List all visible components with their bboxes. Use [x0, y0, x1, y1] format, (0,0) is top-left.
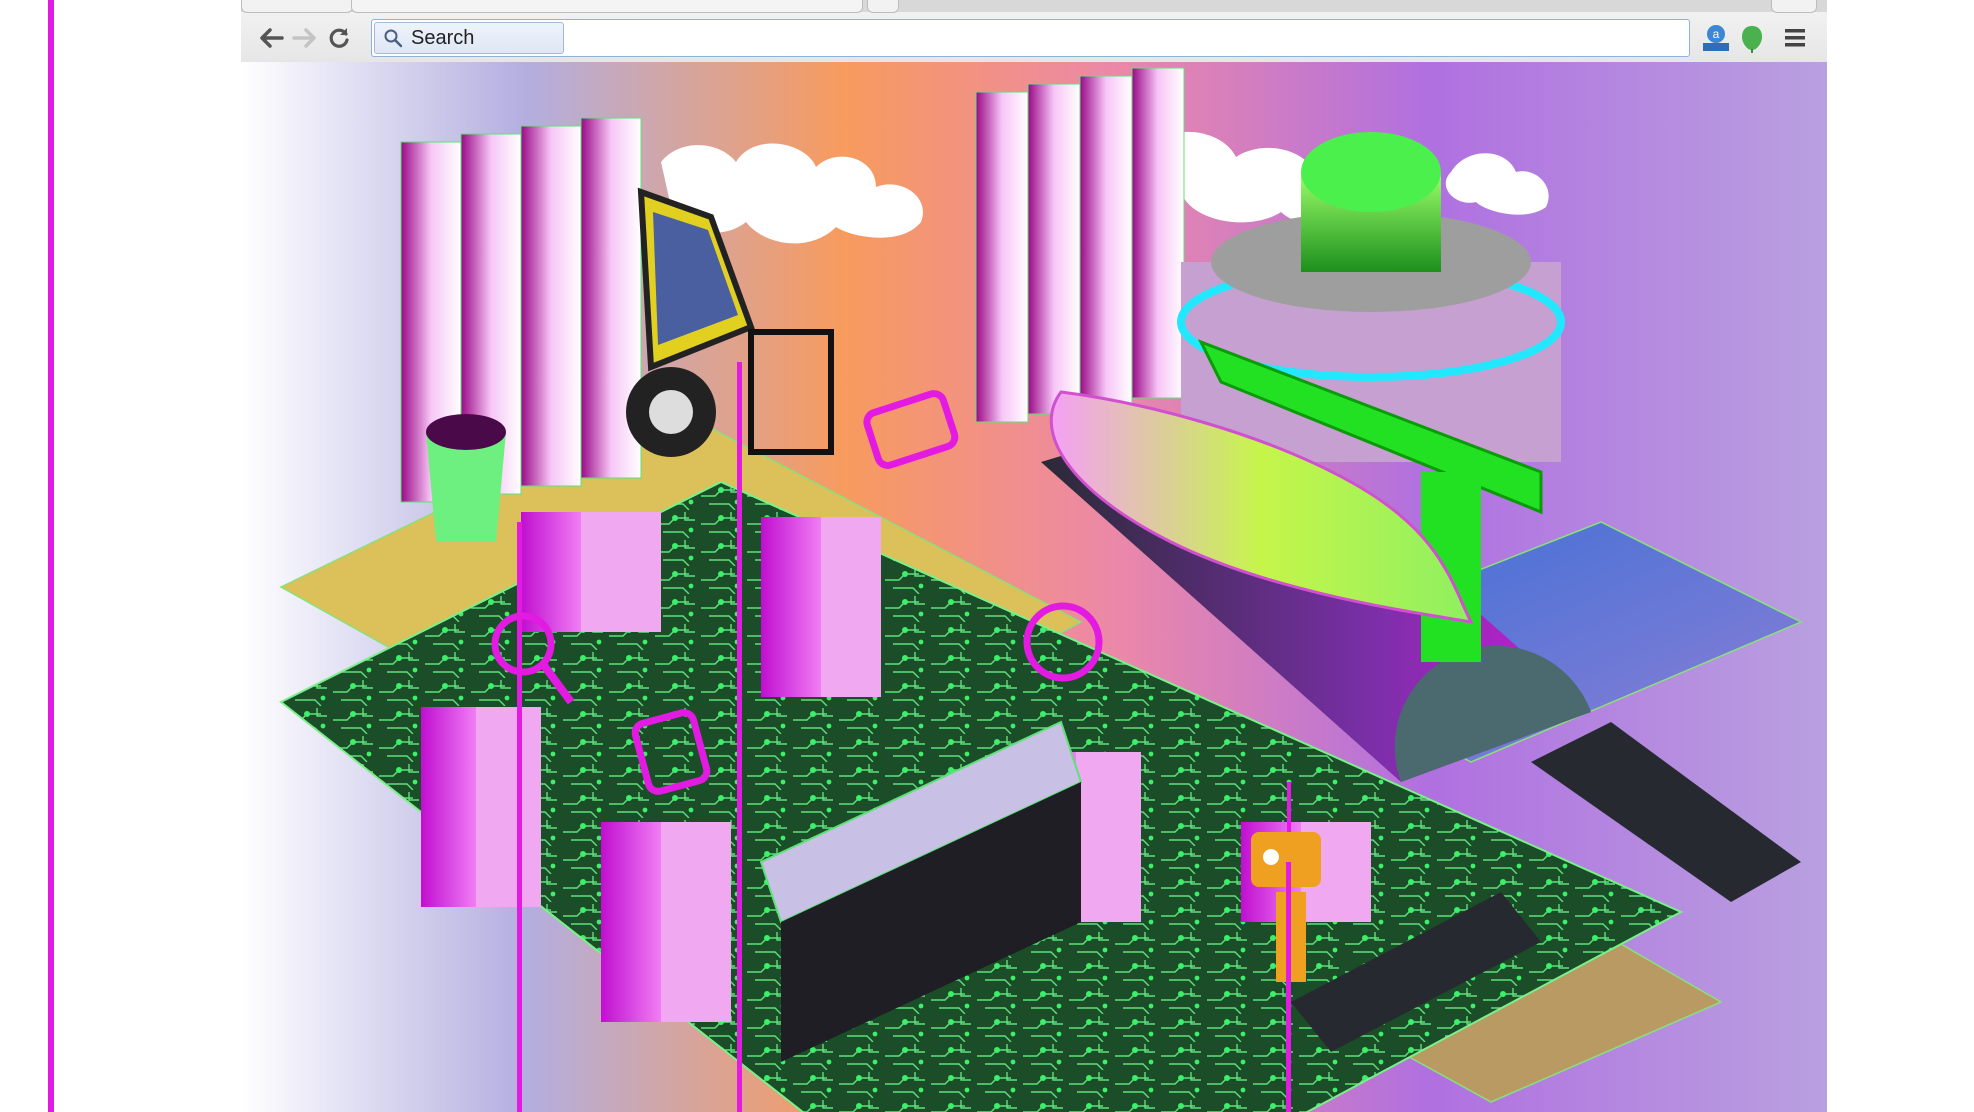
back-button[interactable]: [257, 24, 285, 52]
guide-line-content-3: [1286, 862, 1291, 1112]
search-engine-chip[interactable]: Search: [374, 22, 564, 54]
hamburger-menu-icon: [1785, 29, 1805, 47]
arrow-left-icon: [260, 28, 284, 48]
menu-button[interactable]: [1779, 22, 1811, 54]
reload-button[interactable]: [325, 24, 353, 52]
tab-inactive-left[interactable]: [241, 0, 353, 13]
page-content: [241, 62, 1827, 1112]
isometric-illustration: [241, 62, 1827, 1112]
address-bar[interactable]: Search: [371, 19, 1690, 57]
guide-line-content-1: [517, 522, 522, 1112]
window-control[interactable]: [1771, 0, 1817, 13]
guide-line-content-2: [737, 362, 742, 1112]
reload-icon: [329, 28, 349, 48]
guide-line-left: [48, 0, 54, 1112]
extension-a-icon: a: [1703, 25, 1729, 51]
arrow-right-icon: [292, 28, 316, 48]
magnifier-icon: [384, 29, 403, 48]
forward-button[interactable]: [291, 24, 319, 52]
tab-active[interactable]: [351, 0, 863, 13]
extension-a-glyph: a: [1713, 27, 1720, 41]
evernote-icon: [1742, 26, 1762, 53]
browser-toolbar: Search a: [241, 0, 1827, 63]
green-vase: [426, 414, 506, 542]
extension-a-button[interactable]: a: [1700, 22, 1732, 54]
browser-window: Search a: [241, 0, 1827, 1112]
tab-strip: [241, 0, 1827, 13]
new-tab-button[interactable]: [867, 0, 899, 13]
evernote-button[interactable]: [1736, 22, 1768, 54]
search-label: Search: [411, 26, 475, 49]
pink-column-stack-center: [975, 67, 1185, 423]
